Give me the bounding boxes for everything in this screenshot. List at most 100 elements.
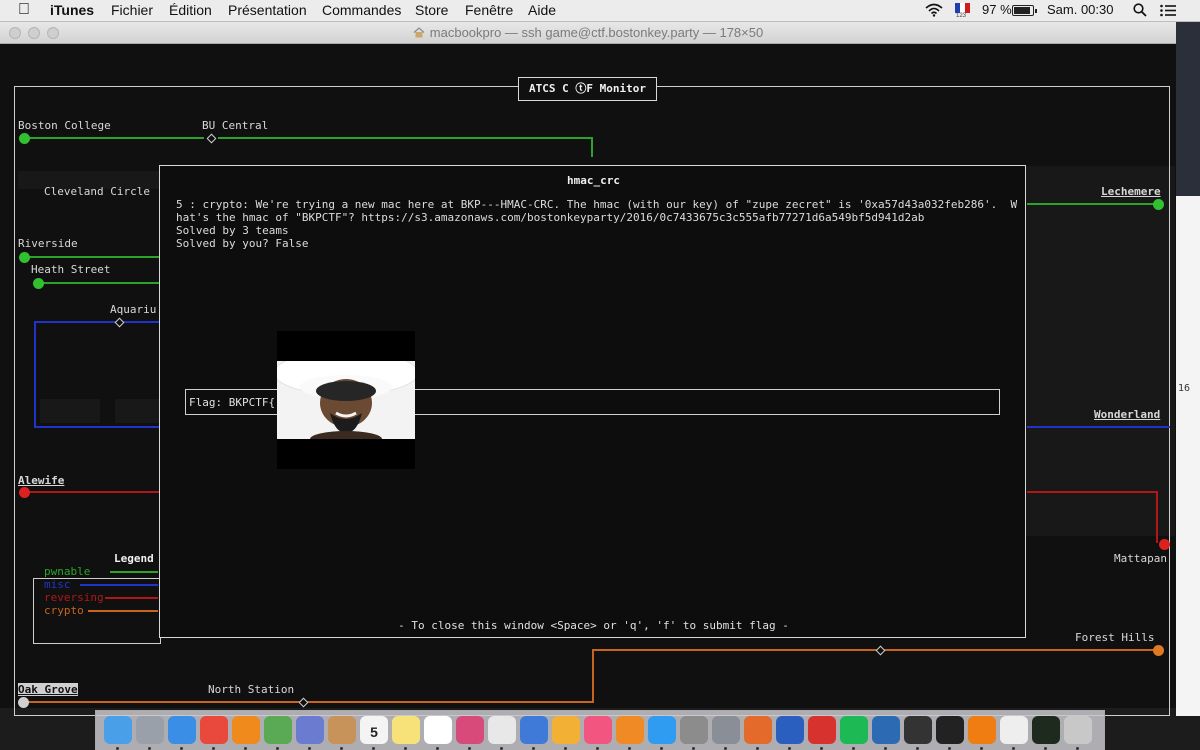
menu-aide[interactable]: Aide [528, 2, 556, 18]
menu-bar:  iTunes Fichier Édition Présentation Co… [0, 0, 1200, 22]
description-line-2: hat's the hmac of "BKPCTF"? https://s3.a… [176, 211, 925, 224]
virtualbox-icon[interactable] [872, 716, 900, 744]
preview-icon[interactable] [296, 716, 324, 744]
app-title: ATCS C ⓣF Monitor [518, 77, 657, 101]
station-mattapan[interactable]: Mattapan [1114, 552, 1167, 565]
app-store-icon[interactable] [648, 716, 676, 744]
station-alewife[interactable]: Alewife [18, 474, 64, 487]
menu-fichier[interactable]: Fichier [111, 2, 153, 18]
station-riverside[interactable]: Riverside [18, 237, 78, 250]
blue-line-segment [34, 321, 159, 323]
green-line-segment [1027, 203, 1157, 205]
safari-icon[interactable] [168, 716, 196, 744]
clock[interactable]: Sam. 00:30 [1047, 2, 1114, 17]
legend-crypto: crypto [44, 604, 84, 617]
station-forest-hills[interactable]: Forest Hills [1075, 631, 1154, 644]
trash-icon[interactable] [1064, 716, 1092, 744]
system-preferences-icon[interactable] [712, 716, 740, 744]
menu-edition[interactable]: Édition [169, 2, 212, 18]
menu-fenetre[interactable]: Fenêtre [465, 2, 513, 18]
station-north-station[interactable]: North Station [208, 683, 294, 696]
dock: 5 [95, 710, 1105, 750]
legend-swatch-pwnable [110, 571, 158, 573]
french-flag-icon[interactable] [955, 3, 970, 13]
station-dot[interactable] [1153, 645, 1164, 656]
textedit-icon[interactable] [488, 716, 516, 744]
green-line-segment [38, 282, 159, 284]
terminal-icon[interactable] [936, 716, 964, 744]
console-icon[interactable] [1032, 716, 1060, 744]
station-dot[interactable] [1159, 539, 1170, 550]
legend-reversing: reversing [44, 591, 104, 604]
station-wonderland[interactable]: Wonderland [1094, 408, 1160, 421]
modal-title: hmac_crc [567, 174, 620, 187]
spotify-icon[interactable] [840, 716, 868, 744]
wps-icon[interactable] [808, 716, 836, 744]
station-dot[interactable] [33, 278, 44, 289]
battery-icon[interactable] [1012, 5, 1037, 16]
reminders-icon[interactable] [424, 716, 452, 744]
image-capture-icon[interactable] [680, 716, 708, 744]
station-bu-central[interactable]: BU Central [202, 119, 268, 132]
spotlight-icon[interactable] [1133, 3, 1147, 17]
launchpad-icon[interactable] [136, 716, 164, 744]
station-dot[interactable] [1153, 199, 1164, 210]
station-oak-grove[interactable]: Oak Grove [18, 683, 78, 696]
solved-by-you: Solved by you? False [176, 237, 309, 250]
feed-icon[interactable] [744, 716, 772, 744]
green-line-segment [24, 137, 204, 139]
apple-icon[interactable]:  [18, 1, 30, 19]
window-title-text: macbookpro — ssh game@ctf.bostonkey.part… [429, 25, 764, 40]
blue-line-segment [34, 321, 36, 428]
blue-line-segment [34, 426, 159, 428]
chrome-icon[interactable] [200, 716, 228, 744]
station-dot[interactable] [19, 252, 30, 263]
modal-description: 5 : crypto: We're trying a new mac here … [176, 198, 1018, 250]
legend-swatch-misc [80, 584, 158, 586]
ibooks-icon[interactable] [616, 716, 644, 744]
menu-presentation[interactable]: Présentation [228, 2, 307, 18]
keynote-icon[interactable] [520, 716, 548, 744]
terminal-content[interactable]: ATCS C ⓣF Monitor Boston College BU Cent… [0, 44, 1176, 716]
vlc-icon[interactable] [968, 716, 996, 744]
green-line-segment [591, 137, 593, 157]
solved-count: Solved by 3 teams [176, 224, 289, 237]
notes-icon[interactable] [392, 716, 420, 744]
modal-footer-hint: - To close this window <Space> or 'q', '… [398, 619, 789, 632]
calendar-icon[interactable]: 5 [360, 716, 388, 744]
menu-store[interactable]: Store [415, 2, 448, 18]
red-line-segment [1156, 491, 1158, 543]
station-cleveland-circle[interactable]: Cleveland Circle [44, 185, 150, 198]
word-icon[interactable] [776, 716, 804, 744]
tux-icon[interactable] [904, 716, 932, 744]
contacts-icon[interactable] [328, 716, 356, 744]
station-boston-college[interactable]: Boston College [18, 119, 111, 132]
legend-swatch-crypto [88, 610, 158, 612]
maps-icon[interactable] [264, 716, 292, 744]
window-titlebar: macbookpro — ssh game@ctf.bostonkey.part… [0, 22, 1176, 44]
finder-icon[interactable] [104, 716, 132, 744]
legend-pwnable: pwnable [44, 565, 91, 578]
window-title: macbookpro — ssh game@ctf.bostonkey.part… [0, 25, 1176, 40]
description-line-1: 5 : crypto: We're trying a new mac here … [176, 198, 1018, 211]
home-icon [413, 27, 425, 38]
wifi-icon[interactable] [925, 3, 943, 17]
menu-commandes[interactable]: Commandes [322, 2, 401, 18]
photo-booth-icon[interactable] [456, 716, 484, 744]
green-line-segment [218, 137, 593, 139]
itunes-icon[interactable] [584, 716, 612, 744]
station-heath-street[interactable]: Heath Street [31, 263, 110, 276]
station-dot[interactable] [19, 133, 30, 144]
keyboard-icon[interactable] [1000, 716, 1028, 744]
battery-percent[interactable]: 97 % [982, 2, 1012, 17]
station-aquarium[interactable]: Aquariu [110, 303, 156, 316]
red-line-segment [24, 491, 159, 493]
firefox-icon[interactable] [232, 716, 260, 744]
station-lechemere[interactable]: Lechemere [1101, 185, 1161, 198]
photos-icon[interactable] [552, 716, 580, 744]
station-dot[interactable] [18, 697, 29, 708]
station-dot[interactable] [19, 487, 30, 498]
notification-list-icon[interactable] [1160, 4, 1176, 17]
menu-app-itunes[interactable]: iTunes [50, 2, 94, 18]
hat-face-photo [277, 361, 415, 439]
